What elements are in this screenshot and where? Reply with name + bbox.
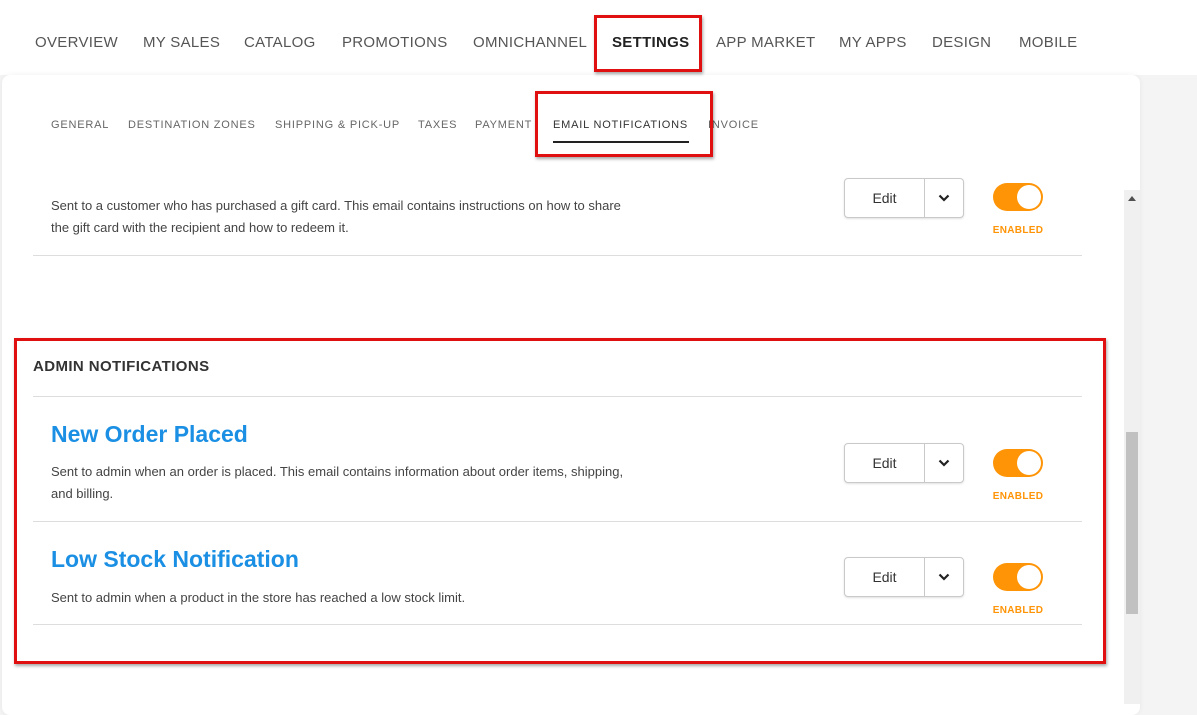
low-stock-status: ENABLED (992, 605, 1044, 616)
subnav-invoice[interactable]: INVOICE (708, 119, 759, 131)
scroll-up-arrow-icon (1128, 195, 1136, 201)
toggle-knob (1017, 565, 1041, 589)
topnav-design[interactable]: DESIGN (932, 34, 991, 51)
subnav-destination-zones[interactable]: DESTINATION ZONES (128, 119, 256, 131)
low-stock-edit-button[interactable]: Edit (845, 558, 924, 596)
topnav-catalog[interactable]: CATALOG (244, 34, 316, 51)
toggle-knob (1017, 185, 1041, 209)
gift-card-edit-group: Edit (844, 178, 964, 218)
section-divider (33, 396, 1082, 397)
new-order-desc-line2: and billing. (51, 486, 114, 501)
scroll-up-button[interactable] (1124, 190, 1140, 206)
new-order-toggle[interactable] (993, 449, 1043, 477)
new-order-description: Sent to admin when an order is placed. T… (51, 461, 691, 505)
gift-card-toggle[interactable] (993, 183, 1043, 211)
low-stock-desc-line1: Sent to admin when a product in the stor… (51, 590, 466, 605)
new-order-status: ENABLED (992, 491, 1044, 502)
gift-card-desc-line1: Sent to a customer who has purchased a g… (51, 198, 621, 213)
low-stock-notification-title[interactable]: Low Stock Notification (51, 546, 299, 573)
top-navigation: OVERVIEW MY SALES CATALOG PROMOTIONS OMN… (0, 0, 1197, 75)
new-order-placed-title[interactable]: New Order Placed (51, 421, 248, 448)
row-divider (33, 624, 1082, 625)
topnav-omnichannel[interactable]: OMNICHANNEL (473, 34, 587, 51)
chevron-down-icon (938, 459, 950, 467)
low-stock-dropdown-button[interactable] (925, 558, 963, 596)
low-stock-edit-group: Edit (844, 557, 964, 597)
subnav-payment[interactable]: PAYMENT (475, 119, 532, 131)
active-tab-underline (553, 141, 689, 143)
low-stock-toggle[interactable] (993, 563, 1043, 591)
gift-card-desc-line2: the gift card with the recipient and how… (51, 220, 349, 235)
new-order-desc-line1: Sent to admin when an order is placed. T… (51, 464, 624, 479)
row-divider (33, 521, 1082, 522)
gift-card-dropdown-button[interactable] (925, 179, 963, 217)
topnav-promotions[interactable]: PROMOTIONS (342, 34, 448, 51)
chevron-down-icon (938, 573, 950, 581)
subnav-general[interactable]: GENERAL (51, 119, 109, 131)
subnav-email-notifications[interactable]: EMAIL NOTIFICATIONS (537, 119, 696, 131)
low-stock-description: Sent to admin when a product in the stor… (51, 587, 691, 609)
subnav-shipping-pickup[interactable]: SHIPPING & PICK-UP (275, 119, 400, 131)
settings-panel: GENERAL DESTINATION ZONES SHIPPING & PIC… (2, 75, 1140, 715)
topnav-mobile[interactable]: MOBILE (1019, 34, 1077, 51)
gift-card-edit-button[interactable]: Edit (845, 179, 924, 217)
admin-notifications-heading: ADMIN NOTIFICATIONS (33, 358, 210, 375)
new-order-edit-button[interactable]: Edit (845, 444, 924, 482)
topnav-app-market[interactable]: APP MARKET (716, 34, 815, 51)
row-divider (33, 255, 1082, 256)
scrollbar-thumb[interactable] (1126, 432, 1138, 614)
subnav-taxes[interactable]: TAXES (418, 119, 457, 131)
new-order-dropdown-button[interactable] (925, 444, 963, 482)
topnav-my-sales[interactable]: MY SALES (143, 34, 220, 51)
topnav-overview[interactable]: OVERVIEW (35, 34, 118, 51)
gift-card-status: ENABLED (992, 225, 1044, 236)
topnav-my-apps[interactable]: MY APPS (839, 34, 907, 51)
new-order-edit-group: Edit (844, 443, 964, 483)
gift-card-description: Sent to a customer who has purchased a g… (51, 195, 691, 239)
toggle-knob (1017, 451, 1041, 475)
chevron-down-icon (938, 194, 950, 202)
topnav-settings[interactable]: SETTINGS (612, 34, 689, 51)
